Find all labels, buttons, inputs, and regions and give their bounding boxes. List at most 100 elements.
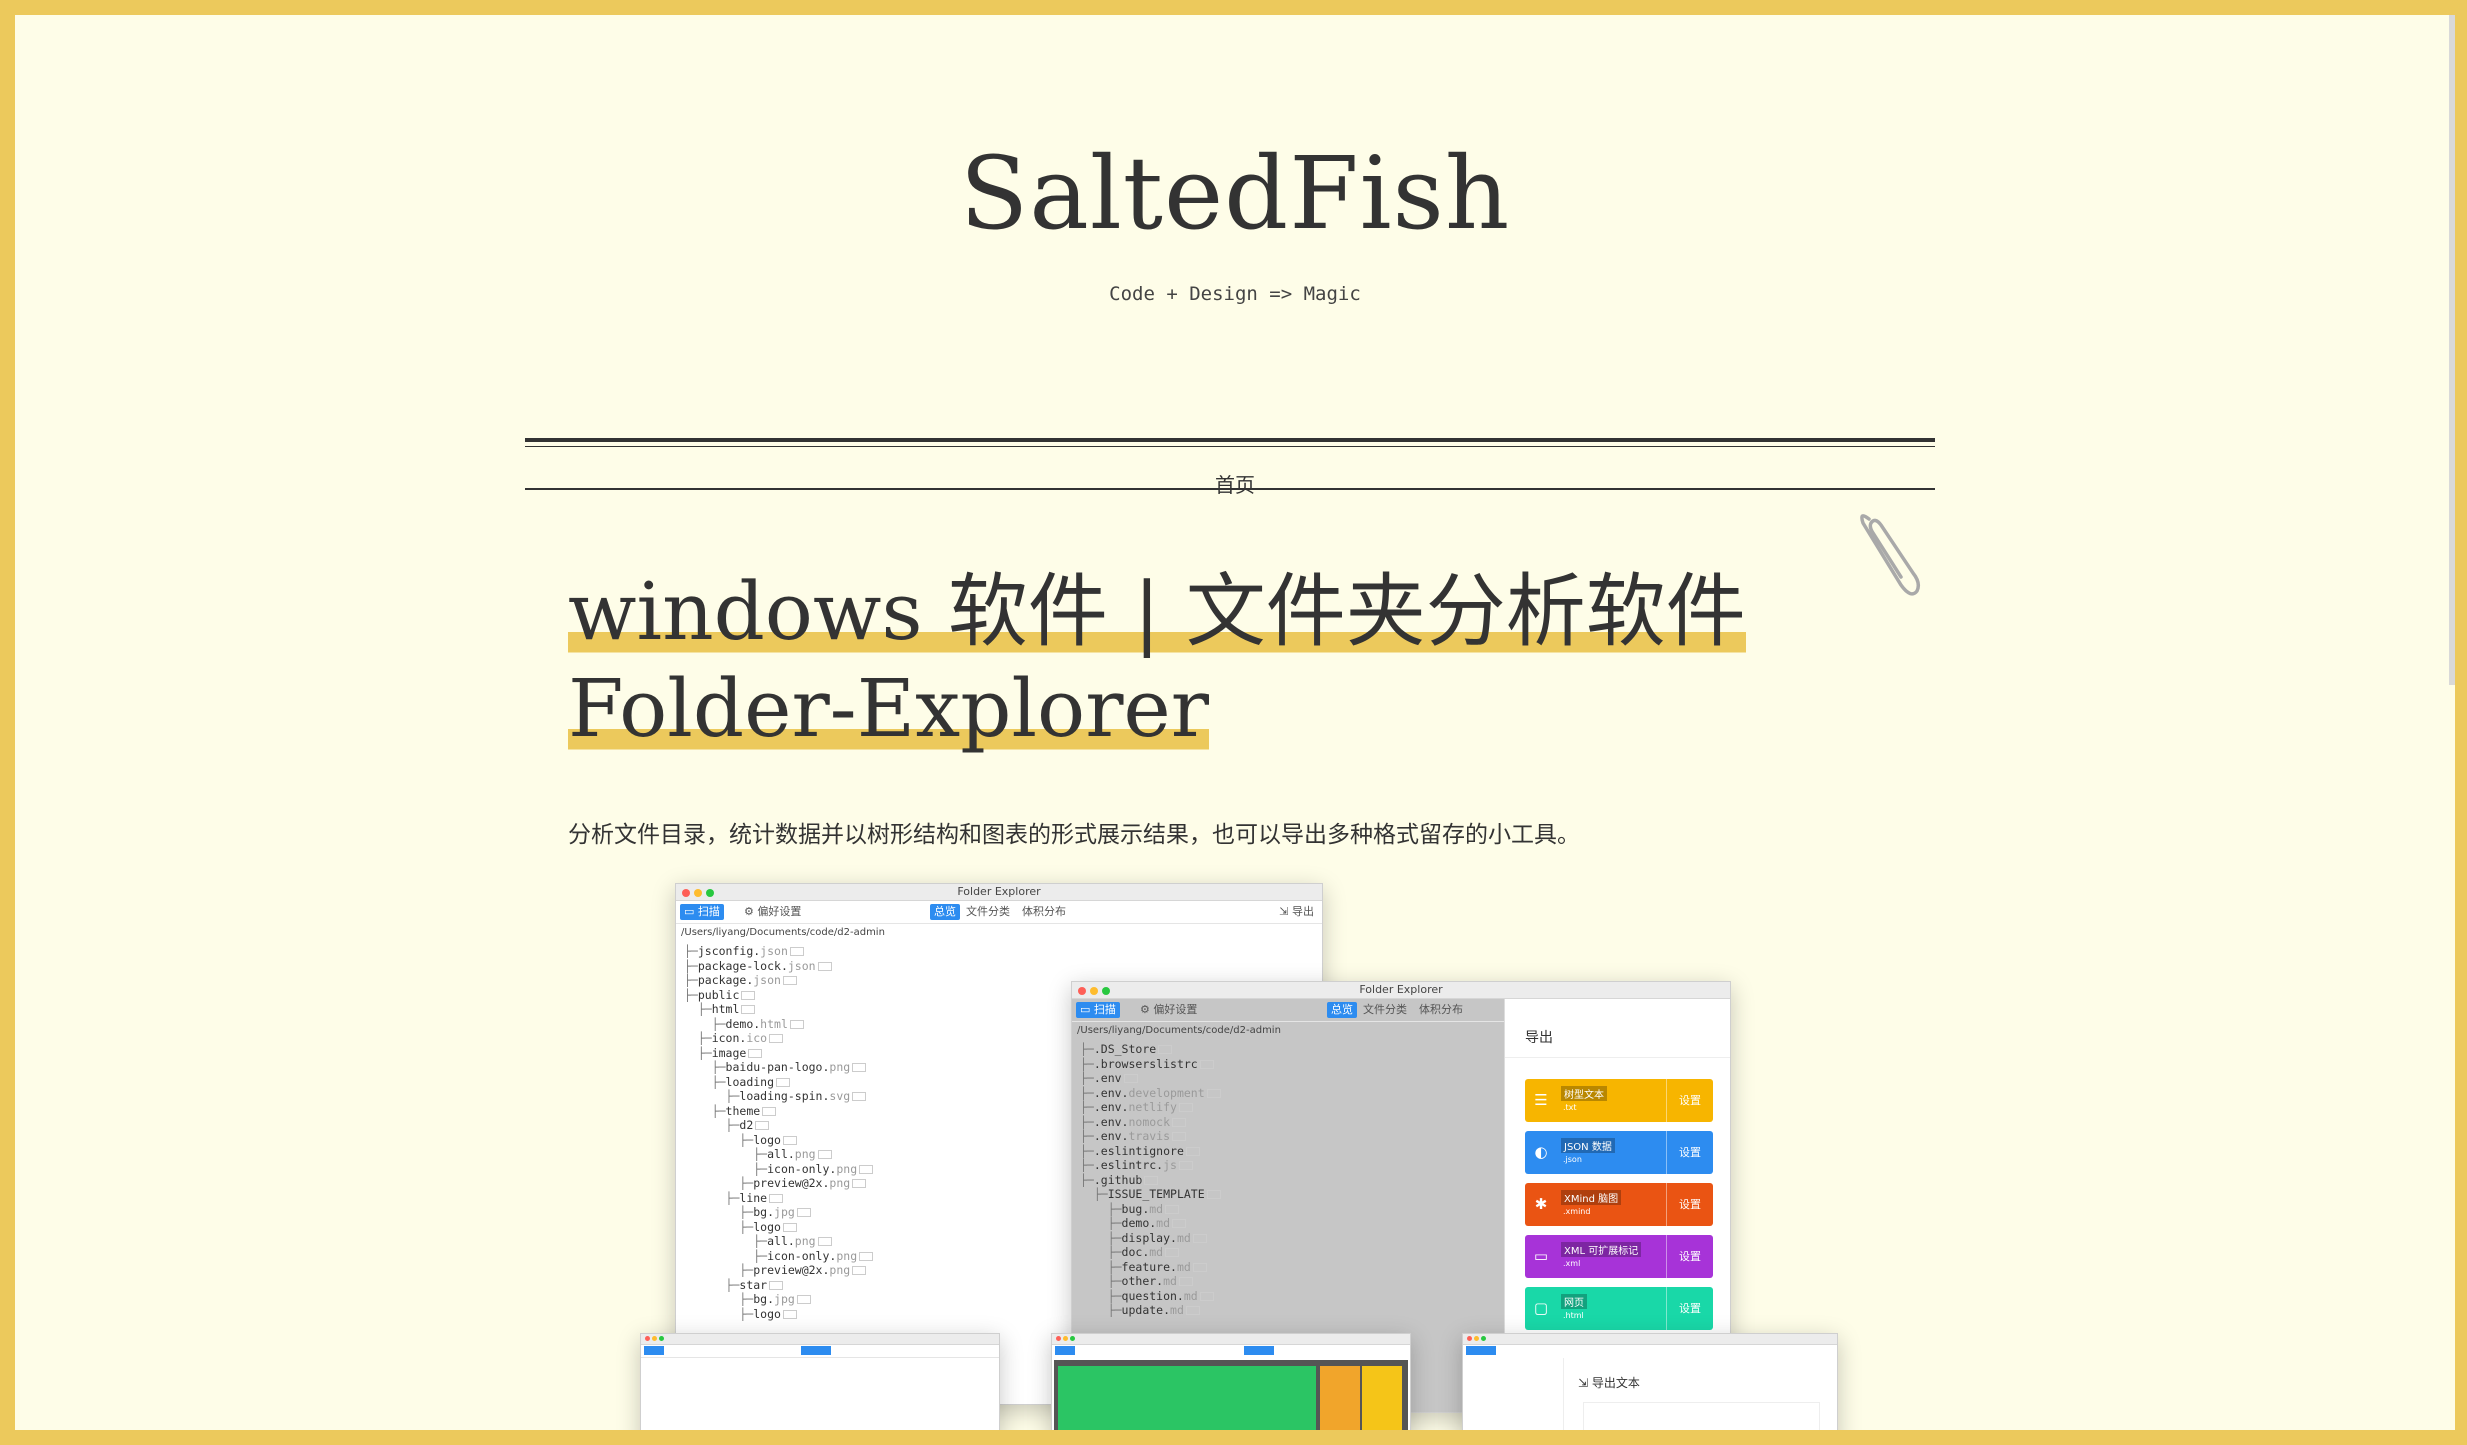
nav-home-link[interactable]: 首页 xyxy=(15,469,2455,498)
tree-branch: ├─ xyxy=(684,1147,768,1161)
tree-node-ext: md xyxy=(1170,1303,1184,1317)
tree-node-name: demo. xyxy=(1121,1216,1157,1230)
size-badge xyxy=(782,1222,797,1232)
tree-node-ext: png xyxy=(836,1161,858,1176)
site-title[interactable]: SaltedFish xyxy=(15,135,2455,252)
tree-node-name: .env. xyxy=(1093,1100,1129,1114)
tree-node-name: public xyxy=(697,987,740,1002)
tree-node-ext: md xyxy=(1149,1245,1164,1259)
tab-size-distribution: 体积分布 xyxy=(1419,1003,1463,1016)
header-divider-thin xyxy=(525,446,1935,447)
tree-node-name: logo xyxy=(753,1219,781,1234)
tree-row: ├─question.md xyxy=(1080,1289,1221,1304)
tree-node-ext: jpg xyxy=(774,1292,795,1306)
tree-node-name: icon. xyxy=(711,1031,747,1045)
tree-branch: ├─ xyxy=(1080,1114,1094,1129)
tree-node-ext: png xyxy=(829,1176,851,1190)
tree-node-name: icon-only. xyxy=(767,1248,837,1263)
paperclip-icon xyxy=(1860,514,1921,596)
tree-row: ├─demo.md xyxy=(1080,1216,1221,1231)
tree-branch: ├─ xyxy=(1080,1071,1094,1085)
tree-branch: ├─ xyxy=(1080,1172,1094,1187)
close-dot-icon xyxy=(1056,1336,1061,1341)
tree-node-ext: json xyxy=(760,944,788,958)
nav-divider xyxy=(525,488,1935,490)
tree-branch: ├─ xyxy=(684,1103,726,1118)
export-button: ⇲ 导出 xyxy=(1279,905,1314,918)
tab-file-types: 文件分类 xyxy=(966,905,1010,918)
tree-node-name: .DS_Store xyxy=(1093,1042,1157,1056)
scan-button xyxy=(1055,1346,1075,1355)
tree-row: ├─all.png xyxy=(684,1234,873,1249)
tree-branch: ├─ xyxy=(684,1263,754,1277)
size-badge xyxy=(1172,1219,1187,1228)
export-option: ◐ JSON 数据 .json 设置 xyxy=(1525,1131,1713,1174)
settings-sidebar xyxy=(1463,1358,1564,1430)
tree-node-ext: png xyxy=(829,1060,851,1074)
tree-row: ├─icon-only.png xyxy=(684,1248,874,1264)
size-badge xyxy=(817,1237,832,1246)
size-badge xyxy=(1206,1088,1221,1098)
tree-node-name: logo xyxy=(753,1306,781,1321)
tree-row: ├─preview@2x.png xyxy=(684,1263,873,1278)
treemap-block xyxy=(1058,1366,1316,1430)
tree-node-name: baidu-pan-logo. xyxy=(725,1060,830,1074)
prefs-button: ⚙ 偏好设置 xyxy=(1140,1003,1198,1016)
tree-row: ├─bug.md xyxy=(1080,1202,1221,1217)
tree-node-name: jsconfig. xyxy=(697,944,761,958)
tree-row: ├─logo xyxy=(684,1133,873,1148)
tree-node-name: bg. xyxy=(753,1292,775,1306)
tree-node-ext: md xyxy=(1176,1230,1191,1245)
site-subtitle: Code + Design => Magic xyxy=(1109,283,1361,305)
tree-branch: ├─ xyxy=(1080,1129,1094,1143)
tree-node-name: d2 xyxy=(739,1118,754,1132)
size-badge xyxy=(782,976,797,985)
export-option-ext: .xml xyxy=(1563,1259,1581,1268)
zoom-dot-icon xyxy=(1481,1336,1486,1341)
zoom-dot-icon xyxy=(1070,1336,1075,1341)
size-badge xyxy=(852,1092,867,1101)
tree-branch: ├─ xyxy=(684,944,698,958)
tree-branch: ├─ xyxy=(684,1132,754,1147)
size-badge xyxy=(782,1309,797,1319)
tree-row: ├─public xyxy=(684,988,873,1003)
post-description: 分析文件目录，统计数据并以树形结构和图表的形式展示结果，也可以导出多种格式留存的… xyxy=(568,822,1580,848)
tree-row: ├─.github xyxy=(1080,1173,1221,1188)
tree-node-name: other. xyxy=(1121,1274,1164,1288)
tree-node-name: preview@2x. xyxy=(753,1176,830,1190)
export-option-ext: .html xyxy=(1563,1311,1584,1320)
tree-node-ext: md xyxy=(1156,1216,1171,1230)
size-badge xyxy=(755,1121,770,1130)
app-screenshot-mini-3: ⇲ 导出文本 xyxy=(1462,1333,1838,1430)
size-badge xyxy=(1206,1190,1221,1199)
size-badge xyxy=(1199,1291,1214,1301)
tree-branch: ├─ xyxy=(684,1219,754,1234)
tree-node-ext: png xyxy=(794,1234,816,1248)
tree-row: ├─.eslintignore xyxy=(1080,1144,1221,1159)
post-title[interactable]: windows 软件 | 文件夹分析软件 Folder-Explorer xyxy=(568,563,1818,757)
tree-node-name: ISSUE_TEMPLATE xyxy=(1107,1187,1205,1201)
tree-node-ext: md xyxy=(1149,1201,1164,1216)
tree-row: ├─html xyxy=(684,1002,873,1017)
size-badge xyxy=(817,961,832,971)
tree-branch: ├─ xyxy=(684,973,698,987)
tree-node-name: loading-spin. xyxy=(739,1089,830,1103)
tree-node-ext: nomock xyxy=(1128,1114,1171,1129)
folder-tree: ├─.DS_Store ├─.browserslistrc ├─.env ├─.env… xyxy=(1080,1042,1221,1318)
tree-branch: ├─ xyxy=(684,1045,712,1060)
export-option: ▢ 网页 .html 设置 xyxy=(1525,1287,1713,1330)
tree-branch: ├─ xyxy=(684,958,698,973)
tree-node-name: theme xyxy=(725,1103,761,1118)
size-badge xyxy=(1158,1045,1173,1054)
size-badge xyxy=(852,1179,867,1188)
size-badge xyxy=(1144,1175,1159,1185)
tree-branch: ├─ xyxy=(684,1306,754,1321)
tree-node-ext: md xyxy=(1176,1259,1191,1274)
size-badge xyxy=(1192,1233,1207,1243)
html-icon: ▢ xyxy=(1533,1299,1549,1317)
tree-branch: ├─ xyxy=(684,1074,726,1089)
tree-node-name: demo. xyxy=(725,1016,761,1031)
scrollbar-thumb[interactable] xyxy=(2449,15,2455,685)
size-badge xyxy=(796,1208,811,1217)
tree-row: ├─other.md xyxy=(1080,1274,1221,1289)
